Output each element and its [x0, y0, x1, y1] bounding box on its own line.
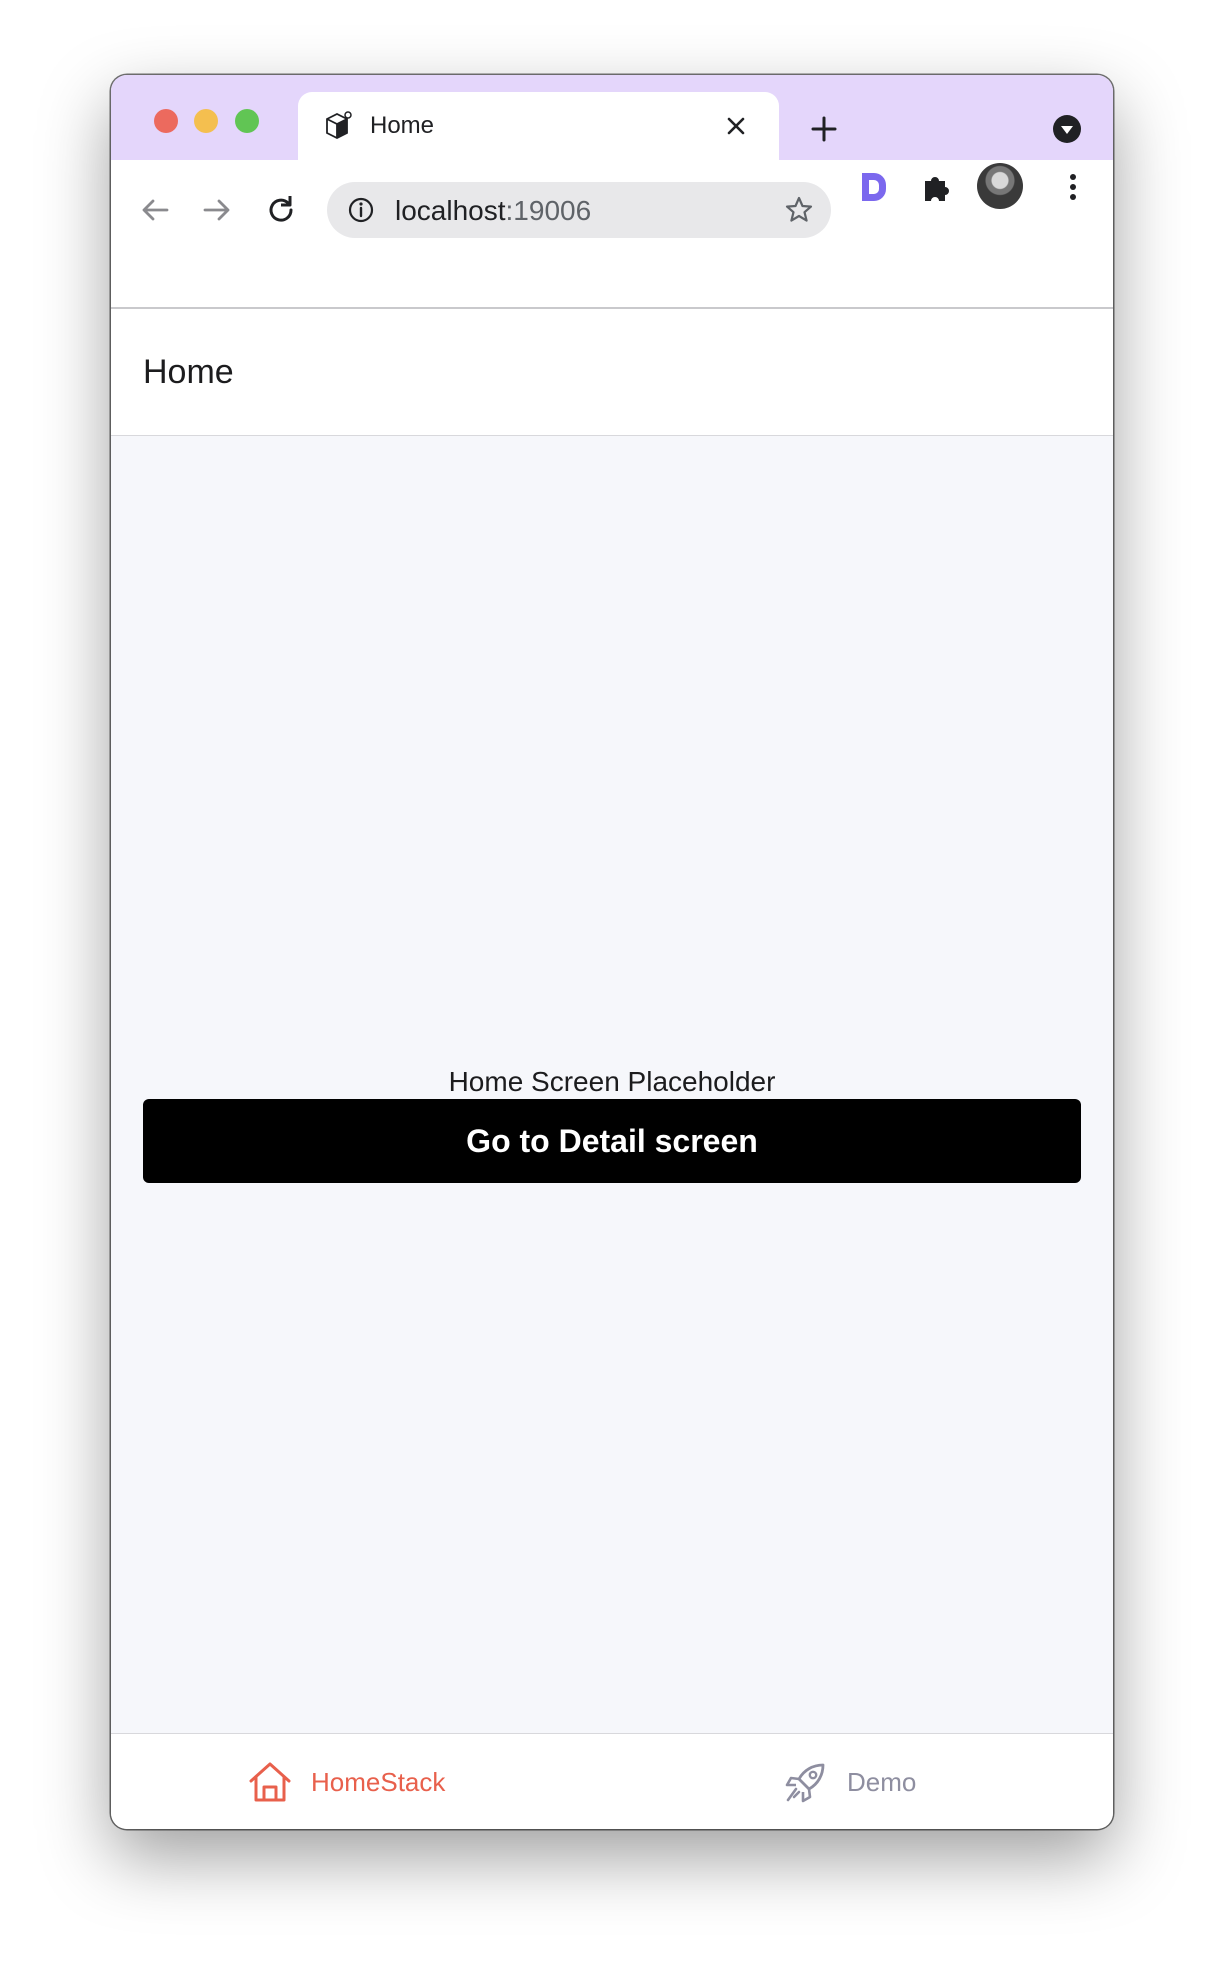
reload-icon[interactable]	[263, 192, 299, 228]
tab-title: Home	[370, 112, 435, 139]
profile-avatar[interactable]	[977, 163, 1023, 209]
extensions-puzzle-icon[interactable]	[919, 169, 955, 205]
browser-toolbar: localhost:19006	[111, 160, 1113, 308]
page-title: Home	[143, 353, 234, 391]
browser-window: Home localhost:19006 Home Home Screen Pl…	[111, 75, 1113, 1829]
screen-content: Home Screen Placeholder Go to Detail scr…	[111, 436, 1113, 1810]
tab-demo[interactable]: Demo	[783, 1734, 916, 1829]
bottom-tab-bar: HomeStack Demo	[111, 1733, 1113, 1829]
address-bar[interactable]: localhost:19006	[327, 182, 831, 238]
rocket-icon	[785, 1763, 825, 1803]
tab-demo-label: Demo	[847, 1766, 917, 1797]
minimize-window-button[interactable]	[194, 109, 218, 133]
url-port: :19006	[505, 195, 592, 226]
tab-search-icon[interactable]	[1051, 113, 1083, 145]
back-arrow-icon[interactable]	[137, 192, 173, 228]
tab-homestack-label: HomeStack	[311, 1766, 446, 1797]
url-text: localhost:19006	[395, 195, 591, 227]
home-icon	[249, 1762, 291, 1802]
tab-strip: Home	[111, 75, 1113, 160]
forward-arrow-icon[interactable]	[199, 192, 235, 228]
close-tab-icon[interactable]	[722, 112, 750, 140]
maximize-window-button[interactable]	[235, 109, 259, 133]
more-menu-icon[interactable]	[1055, 169, 1091, 205]
go-to-detail-button[interactable]: Go to Detail screen	[143, 1099, 1081, 1183]
url-host: localhost	[395, 195, 506, 226]
bookmark-star-icon[interactable]	[783, 194, 815, 226]
placeholder-text: Home Screen Placeholder	[448, 1066, 776, 1097]
app-header: Home	[111, 309, 1113, 436]
new-tab-icon[interactable]	[808, 113, 840, 145]
site-info-icon[interactable]	[347, 196, 375, 224]
cube-favicon-icon	[326, 111, 352, 140]
close-window-button[interactable]	[154, 109, 178, 133]
extension-d-icon[interactable]	[859, 170, 889, 204]
tab-homestack[interactable]: HomeStack	[247, 1734, 445, 1829]
browser-tab-home[interactable]: Home	[298, 92, 779, 160]
